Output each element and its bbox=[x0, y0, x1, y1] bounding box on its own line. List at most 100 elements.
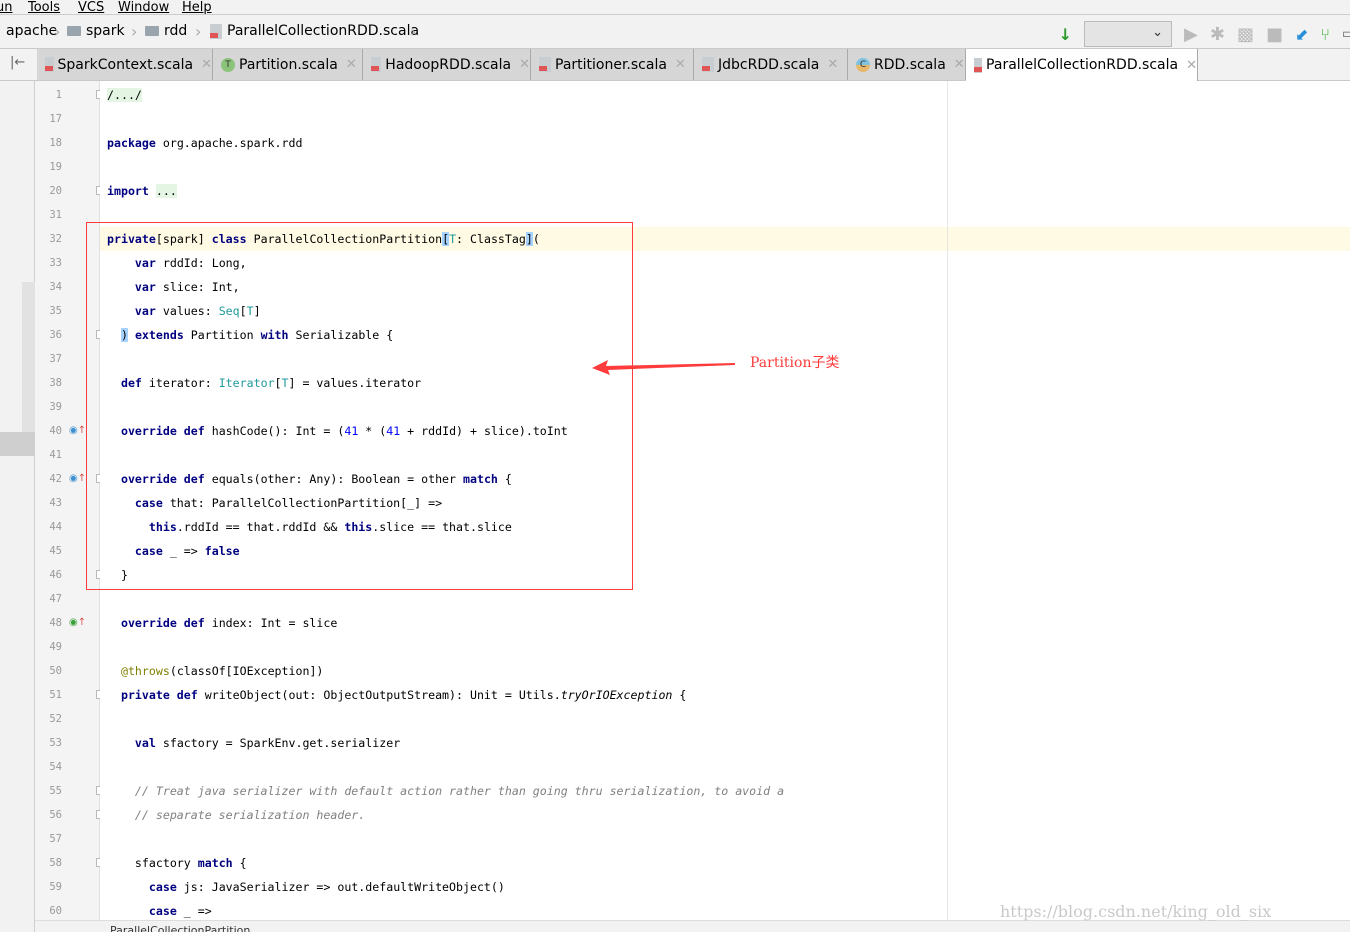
right-margin-guide bbox=[947, 81, 948, 921]
breadcrumb-apache[interactable]: apache bbox=[6, 23, 57, 39]
close-icon[interactable]: ✕ bbox=[346, 57, 357, 72]
scroll-marker bbox=[0, 432, 35, 456]
code-line: @throws(classOf[IOException]) bbox=[107, 659, 1350, 683]
code-line: sfactory match { bbox=[107, 851, 1350, 875]
code-token: match bbox=[197, 856, 233, 870]
code-token: (classOf[IOException]) bbox=[169, 664, 324, 678]
scala-file-icon bbox=[702, 57, 714, 72]
stop-icon[interactable]: ■ bbox=[1266, 24, 1283, 45]
code-token: package bbox=[107, 136, 156, 150]
chevron-right-icon: › bbox=[410, 22, 417, 41]
build-icon[interactable]: ↓ bbox=[1059, 25, 1072, 44]
run-icon[interactable]: ▶ bbox=[1184, 24, 1198, 45]
line-number: 35 bbox=[49, 305, 62, 317]
debug-icon[interactable]: ✱ bbox=[1210, 24, 1225, 45]
breadcrumb-label: ParallelCollectionRDD.scala bbox=[227, 23, 420, 39]
vcs-update-icon[interactable]: ⬋ bbox=[1295, 25, 1308, 44]
tab-partitioner[interactable]: Partitioner.scala ✕ bbox=[531, 49, 694, 80]
trait-icon: T bbox=[221, 57, 235, 72]
menu-vcs[interactable]: VCS bbox=[78, 0, 104, 14]
code-line: import ... bbox=[107, 179, 1350, 203]
line-number: 20 bbox=[49, 185, 62, 197]
tab-label: RDD.scala bbox=[874, 56, 946, 73]
line-number: 43 bbox=[49, 497, 62, 509]
implements-method-icon[interactable]: ◉↑ bbox=[69, 611, 86, 635]
line-number: 56 bbox=[49, 809, 62, 821]
chevron-right-icon: › bbox=[54, 22, 61, 41]
folder-icon bbox=[145, 26, 159, 36]
tab-partition[interactable]: T Partition.scala ✕ bbox=[213, 49, 363, 80]
line-number: 51 bbox=[49, 689, 62, 701]
code-token: { bbox=[672, 688, 687, 702]
scroll-marker bbox=[22, 282, 35, 432]
tab-sparkcontext[interactable]: SparkContext.scala ✕ bbox=[37, 49, 213, 80]
line-number: 55 bbox=[49, 785, 62, 797]
scala-file-icon bbox=[539, 57, 551, 72]
code-line: /.../ bbox=[107, 83, 1350, 107]
line-number: 17 bbox=[49, 113, 62, 125]
close-icon[interactable]: ✕ bbox=[954, 57, 965, 72]
watermark: https://blog.csdn.net/king_old_six bbox=[1000, 902, 1272, 921]
tab-rdd[interactable]: C RDD.scala ✕ bbox=[848, 49, 966, 80]
code-token: /.../ bbox=[107, 88, 142, 102]
class-icon: C bbox=[856, 57, 870, 72]
menu-run[interactable]: un bbox=[0, 0, 12, 14]
code-line: package org.apache.spark.rdd bbox=[107, 131, 1350, 155]
line-number: 57 bbox=[49, 833, 62, 845]
tab-jdbcrdd[interactable]: JdbcRDD.scala ✕ bbox=[694, 49, 848, 80]
line-number: 59 bbox=[49, 881, 62, 893]
code-token: sfactory bbox=[107, 856, 198, 870]
left-tool-strip bbox=[0, 81, 35, 932]
line-number: 39 bbox=[49, 401, 62, 413]
chevron-right-icon: › bbox=[195, 22, 202, 41]
code-token: @throws bbox=[120, 664, 170, 678]
arrow-shape bbox=[592, 360, 735, 375]
breadcrumb-file[interactable]: ParallelCollectionRDD.scala bbox=[210, 23, 419, 39]
override-method-icon[interactable]: ◉↑ bbox=[69, 467, 86, 491]
breadcrumb-rdd[interactable]: rdd bbox=[145, 23, 187, 39]
close-icon[interactable]: ✕ bbox=[519, 57, 530, 72]
close-icon[interactable]: ✕ bbox=[827, 57, 838, 72]
breadcrumb-spark[interactable]: spark bbox=[67, 23, 125, 39]
tab-label: HadoopRDD.scala bbox=[385, 56, 512, 73]
override-method-icon[interactable]: ◉↑ bbox=[69, 419, 86, 443]
screen-icon[interactable]: ▭ bbox=[1342, 26, 1350, 42]
close-icon[interactable]: ✕ bbox=[201, 57, 212, 72]
status-breadcrumb[interactable]: ParallelCollectionPartition bbox=[110, 924, 250, 932]
breadcrumb-label: rdd bbox=[164, 23, 188, 39]
menu-window[interactable]: Window bbox=[118, 0, 169, 14]
code-token: private def bbox=[120, 688, 198, 702]
menu-help[interactable]: Help bbox=[182, 0, 212, 14]
line-number: 31 bbox=[49, 209, 62, 221]
line-number: 53 bbox=[49, 737, 62, 749]
line-number: 40 bbox=[49, 425, 62, 437]
run-config-select[interactable]: ⌄ bbox=[1084, 21, 1173, 47]
line-number: 36 bbox=[49, 329, 62, 341]
code-line: case js: JavaSerializer => out.defaultWr… bbox=[107, 875, 1350, 899]
code-token: // separate serialization header. bbox=[134, 808, 366, 822]
tab-parallelcollectionrdd[interactable]: ParallelCollectionRDD.scala ✕ bbox=[966, 49, 1198, 81]
vcs-commit-icon[interactable]: ⑂ bbox=[1320, 25, 1330, 44]
code-token: override def bbox=[120, 616, 205, 630]
code-token: index: Int = slice bbox=[204, 616, 338, 630]
pin-icon[interactable]: |← bbox=[10, 55, 25, 70]
close-icon[interactable]: ✕ bbox=[675, 57, 686, 72]
arrow-annotation bbox=[592, 360, 735, 375]
code-token: _ => bbox=[176, 904, 212, 918]
code-line: // separate serialization header. bbox=[107, 803, 1350, 827]
code-token: case bbox=[148, 880, 177, 894]
menu-tools[interactable]: Tools bbox=[28, 0, 60, 14]
tab-hadooprdd[interactable]: HadoopRDD.scala ✕ bbox=[363, 49, 531, 80]
breadcrumb-label: apache bbox=[6, 23, 58, 39]
close-icon[interactable]: ✕ bbox=[1186, 58, 1197, 73]
code-token: val bbox=[134, 736, 156, 750]
breadcrumb-label: spark bbox=[86, 23, 125, 39]
coverage-icon[interactable]: ▩ bbox=[1237, 24, 1254, 45]
